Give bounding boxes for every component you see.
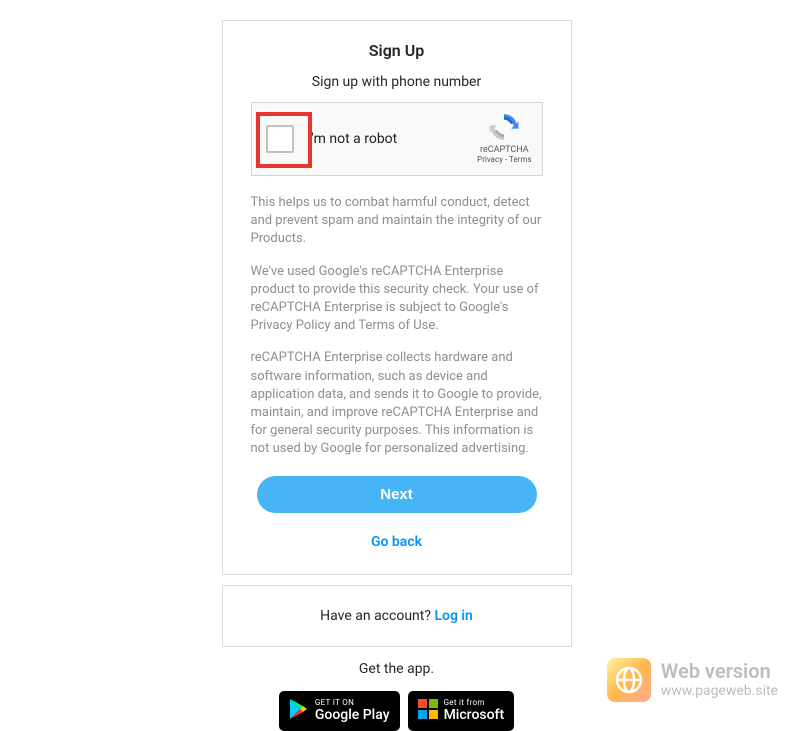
recaptcha-badge: reCAPTCHA Privacy - Terms: [477, 111, 531, 164]
recaptcha-brand-text: reCAPTCHA: [477, 145, 531, 155]
recaptcha-label: I'm not a robot: [308, 131, 398, 147]
recaptcha-privacy-link[interactable]: Privacy: [477, 155, 503, 164]
google-play-icon: [289, 698, 309, 724]
go-back-link[interactable]: Go back: [371, 534, 422, 550]
recaptcha-widget: I'm not a robot reCAPTCHA Privacy - Term…: [251, 102, 543, 176]
watermark-title: Web version: [661, 660, 778, 683]
go-back-wrap: Go back: [251, 531, 543, 550]
microsoft-store-button[interactable]: Get it from Microsoft: [408, 691, 515, 731]
info-paragraph-1: This helps us to combat harmful conduct,…: [251, 194, 543, 249]
google-play-big-text: Google Play: [315, 708, 390, 723]
signup-title: Sign Up: [251, 41, 543, 60]
signup-card: Sign Up Sign up with phone number I'm no…: [222, 20, 572, 575]
recaptcha-terms-link[interactable]: Terms: [509, 155, 531, 164]
google-play-button[interactable]: GET IT ON Google Play: [279, 691, 400, 731]
watermark-url: www.pageweb.site: [661, 683, 778, 699]
microsoft-icon: [418, 699, 438, 723]
login-card: Have an account? Log in: [222, 585, 572, 647]
next-button[interactable]: Next: [257, 476, 537, 513]
login-prompt: Have an account?: [320, 608, 434, 624]
recaptcha-checkbox[interactable]: [266, 125, 294, 153]
watermark: Web version www.pageweb.site: [607, 658, 778, 702]
info-paragraph-2: We've used Google's reCAPTCHA Enterprise…: [251, 263, 543, 336]
microsoft-big-text: Microsoft: [444, 708, 505, 723]
recaptcha-links: Privacy - Terms: [477, 155, 531, 164]
info-paragraph-3: reCAPTCHA Enterprise collects hardware a…: [251, 349, 543, 458]
recaptcha-icon: [488, 111, 520, 143]
signup-subtitle: Sign up with phone number: [251, 74, 543, 90]
login-link[interactable]: Log in: [434, 608, 472, 624]
watermark-globe-icon: [607, 658, 651, 702]
